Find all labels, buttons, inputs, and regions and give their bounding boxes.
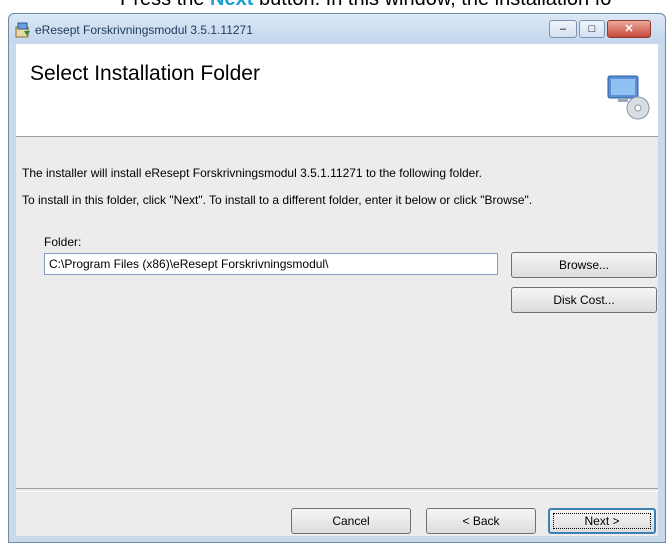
caption-highlight: Next	[210, 0, 253, 10]
caption-prefix: Press the	[120, 0, 210, 10]
cancel-button[interactable]: Cancel	[291, 508, 411, 534]
page-title: Select Installation Folder	[30, 62, 260, 85]
title-bar[interactable]: eResept Forskrivningsmodul 3.5.1.11271 –…	[9, 14, 665, 44]
maximize-icon: □	[588, 23, 596, 35]
disk-cost-button[interactable]: Disk Cost...	[511, 287, 657, 313]
close-icon: ✕	[624, 23, 634, 35]
dialog-client-area: Select Installation Folder The installer…	[16, 44, 658, 536]
minimize-button[interactable]: –	[549, 20, 577, 38]
next-focus-ring	[553, 513, 651, 529]
maximize-button[interactable]: □	[579, 20, 605, 38]
close-button[interactable]: ✕	[607, 20, 651, 38]
installer-app-icon	[15, 22, 30, 38]
installer-window: eResept Forskrivningsmodul 3.5.1.11271 –…	[8, 13, 666, 543]
folder-path-input[interactable]	[44, 253, 498, 275]
folder-label: Folder:	[44, 235, 82, 249]
minimize-icon: –	[559, 23, 567, 35]
install-instruction-text: To install in this folder, click "Next".…	[22, 193, 533, 207]
install-info-text: The installer will install eResept Forsk…	[22, 166, 483, 180]
window-title: eResept Forskrivningsmodul 3.5.1.11271	[35, 23, 253, 37]
caption-suffix: button. In this window, the installation…	[253, 0, 611, 10]
back-button[interactable]: < Back	[426, 508, 536, 534]
computer-disc-icon	[607, 75, 650, 120]
next-button[interactable]: Next >	[548, 508, 656, 534]
footer-divider	[16, 488, 658, 492]
browse-button[interactable]: Browse...	[511, 252, 657, 278]
header-banner: Select Installation Folder	[16, 44, 658, 137]
